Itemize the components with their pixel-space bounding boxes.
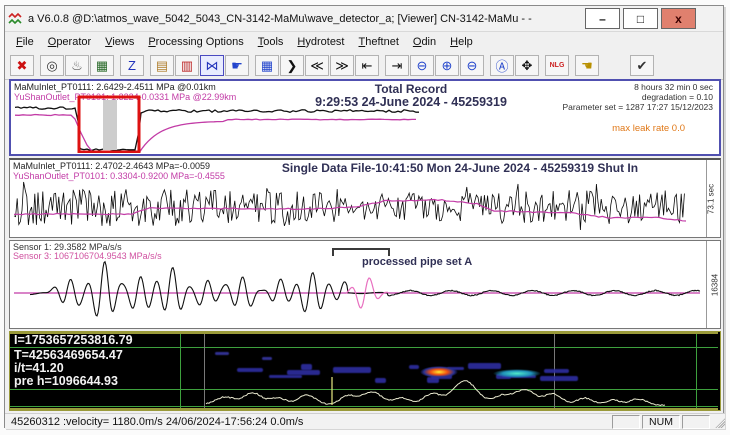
title-bar[interactable]: a V6.0.8 @D:\atmos_wave_5042_5043_CN-314… bbox=[5, 6, 723, 32]
last-record-icon[interactable]: ⇥ bbox=[385, 55, 409, 76]
close-button[interactable]: x bbox=[661, 8, 696, 29]
z-window-icon[interactable]: Z bbox=[120, 55, 144, 76]
spectrogram-cyan-blob bbox=[493, 369, 541, 378]
spectrogram-blob bbox=[301, 364, 312, 370]
record-info-line: 8 hours 32 min 0 sec bbox=[562, 82, 713, 92]
zoom-in-icon[interactable]: ⊕ bbox=[435, 55, 459, 76]
status-bar: 45260312 :velocity= 1180.0m/s 24/06/2024… bbox=[5, 413, 725, 429]
open-folder-icon[interactable]: ▤ bbox=[150, 55, 174, 76]
menu-item-views[interactable]: Views bbox=[98, 34, 141, 50]
total-record-panel[interactable]: MaMuInlet_PT0111: 2.6429-2.4511 MPa @0.0… bbox=[9, 79, 721, 156]
fit-screen-icon[interactable]: ✥ bbox=[515, 55, 539, 76]
panel3-waveform bbox=[12, 255, 702, 329]
zoom-out-icon[interactable]: ⊖ bbox=[410, 55, 434, 76]
maximize-button[interactable]: □ bbox=[623, 8, 658, 29]
status-text: 45260312 :velocity= 1180.0m/s 24/06/2024… bbox=[11, 416, 610, 428]
record-info-block: 8 hours 32 min 0 secdegradation = 0.10Pa… bbox=[562, 82, 713, 112]
menu-item-tools[interactable]: Tools bbox=[251, 34, 291, 50]
panel1-sensor-label-magenta: YuShanOutlet_PT0101: 1.3224-0.0331 MPa @… bbox=[14, 92, 236, 102]
analysis-value-line: T=42563469654.47 bbox=[14, 348, 123, 362]
fast-forward-icon[interactable]: ≫ bbox=[330, 55, 354, 76]
sensor3-label: Sensor 3: 1067106704.9543 MPa/s/s bbox=[13, 251, 162, 261]
panel2-time-axis-label: 73.1 sec bbox=[706, 183, 715, 213]
power-icon[interactable]: ◎ bbox=[40, 55, 64, 76]
spectrogram-blob bbox=[468, 363, 501, 369]
spectrogram-blob bbox=[375, 378, 386, 383]
panel2-sensor-label-magenta: YuShanOutlet_PT0101: 0.3304-0.9200 MPa=-… bbox=[13, 171, 225, 181]
spectrogram-blob bbox=[287, 370, 320, 374]
step-forward-icon[interactable]: ❯ bbox=[280, 55, 304, 76]
panel3-gutter-line bbox=[706, 241, 707, 328]
menu-item-file[interactable]: File bbox=[9, 34, 41, 50]
spectrogram-blob bbox=[237, 368, 263, 373]
hand-tool-icon[interactable]: ☚ bbox=[575, 55, 599, 76]
window-controls: – □ x bbox=[582, 8, 720, 29]
toolbar-separator bbox=[569, 55, 574, 76]
analysis-value-line: i/t=41.20 bbox=[14, 361, 64, 375]
menu-bar: FileOperatorViewsProcessing OptionsTools… bbox=[5, 32, 723, 52]
toolbar-separator bbox=[144, 55, 149, 76]
app-window: a V6.0.8 @D:\atmos_wave_5042_5043_CN-314… bbox=[4, 5, 724, 428]
zoom-undo-icon[interactable]: ⊖ bbox=[460, 55, 484, 76]
hand-pick-icon[interactable]: ☛ bbox=[225, 55, 249, 76]
menu-item-hydrotest[interactable]: Hydrotest bbox=[290, 34, 351, 50]
minimize-button[interactable]: – bbox=[585, 8, 620, 29]
total-record-title: Total Record bbox=[281, 82, 541, 96]
toolbar-separator bbox=[539, 55, 544, 76]
panel3-scale-label: 16384 bbox=[710, 273, 719, 295]
processed-pipe-panel[interactable]: Sensor 1: 29.3582 MPa/s/s Sensor 3: 1067… bbox=[9, 240, 721, 329]
record-info-line: Parameter set = 1287 17:27 15/12/2023 bbox=[562, 102, 713, 112]
record-info-line: degradation = 0.10 bbox=[562, 92, 713, 102]
app-icon bbox=[8, 12, 24, 26]
toolbar-separator bbox=[114, 55, 119, 76]
pipe-set-bracket bbox=[332, 248, 390, 256]
status-cell-empty bbox=[612, 415, 640, 429]
menu-item-theftnet[interactable]: Theftnet bbox=[352, 34, 406, 50]
panel2-sensor-label-black: MaMuInlet_PT0111: 2.4702-2.4643 MPa=-0.0… bbox=[13, 161, 210, 171]
single-data-file-panel[interactable]: MaMuInlet_PT0111: 2.4702-2.4643 MPa=-0.0… bbox=[9, 158, 721, 238]
panel2-waveform bbox=[12, 174, 702, 238]
processed-pipe-set-label: processed pipe set A bbox=[362, 256, 472, 268]
toolbar-separator bbox=[379, 55, 384, 76]
single-data-file-title: Single Data File-10:41:50 Mon 24-June 20… bbox=[200, 161, 720, 175]
spectrogram-blob bbox=[269, 375, 302, 378]
max-leak-rate-label: max leak rate 0.0 bbox=[612, 123, 685, 134]
menu-item-processing-options[interactable]: Processing Options bbox=[141, 34, 250, 50]
spectrogram-blob bbox=[333, 367, 370, 372]
status-cell-empty bbox=[682, 415, 710, 429]
analysis-value-line: pre h=1096644.93 bbox=[14, 374, 118, 388]
first-record-icon[interactable]: ⇤ bbox=[355, 55, 379, 76]
window-title: a V6.0.8 @D:\atmos_wave_5042_5043_CN-314… bbox=[28, 13, 582, 25]
spectrogram-blob bbox=[540, 376, 578, 381]
analysis-value-line: I=1753657253816.79 bbox=[14, 333, 133, 347]
fast-back-icon[interactable]: ≪ bbox=[305, 55, 329, 76]
total-record-subtitle: 9:29:53 24-June 2024 - 45259319 bbox=[261, 95, 561, 109]
toolbar-separator bbox=[484, 55, 489, 76]
chart-export-icon[interactable]: ▥ bbox=[175, 55, 199, 76]
panel1-sensor-label-black: MaMuInlet_PT0111: 2.6429-2.4511 MPa @0.0… bbox=[14, 82, 216, 92]
spectrogram-hotspot bbox=[420, 366, 458, 378]
confirm-check-icon[interactable]: ✔ bbox=[630, 55, 654, 76]
spectrogram-blob bbox=[215, 352, 229, 355]
resize-grip[interactable] bbox=[712, 415, 725, 428]
spectrogram-blob bbox=[409, 365, 419, 369]
num-lock-indicator: NUM bbox=[642, 415, 680, 429]
menu-item-help[interactable]: Help bbox=[443, 34, 480, 50]
alarm-jug-icon[interactable]: ♨ bbox=[65, 55, 89, 76]
nlg-icon[interactable]: NLG bbox=[545, 55, 569, 76]
spectrogram-panel[interactable]: I=1753657253816.79T=42563469654.47i/t=41… bbox=[9, 331, 721, 411]
spectrogram-blob bbox=[544, 369, 569, 373]
close-file-icon[interactable]: ✖ bbox=[10, 55, 34, 76]
spectrogram-blob bbox=[262, 357, 272, 360]
bowtie-view-icon[interactable]: ⋈ bbox=[200, 55, 224, 76]
table-view-icon[interactable]: ▦ bbox=[255, 55, 279, 76]
zoom-all-icon[interactable]: Ⓐ bbox=[490, 55, 514, 76]
toolbar: ✖◎♨▦Z▤▥⋈☛▦❯≪≫⇤⇥⊖⊕⊖Ⓐ✥NLG☚✔ bbox=[5, 52, 723, 80]
toolbar-separator bbox=[34, 55, 39, 76]
toolbar-separator bbox=[249, 55, 254, 76]
menu-item-odin[interactable]: Odin bbox=[406, 34, 443, 50]
calculator-icon[interactable]: ▦ bbox=[90, 55, 114, 76]
menu-item-operator[interactable]: Operator bbox=[41, 34, 98, 50]
